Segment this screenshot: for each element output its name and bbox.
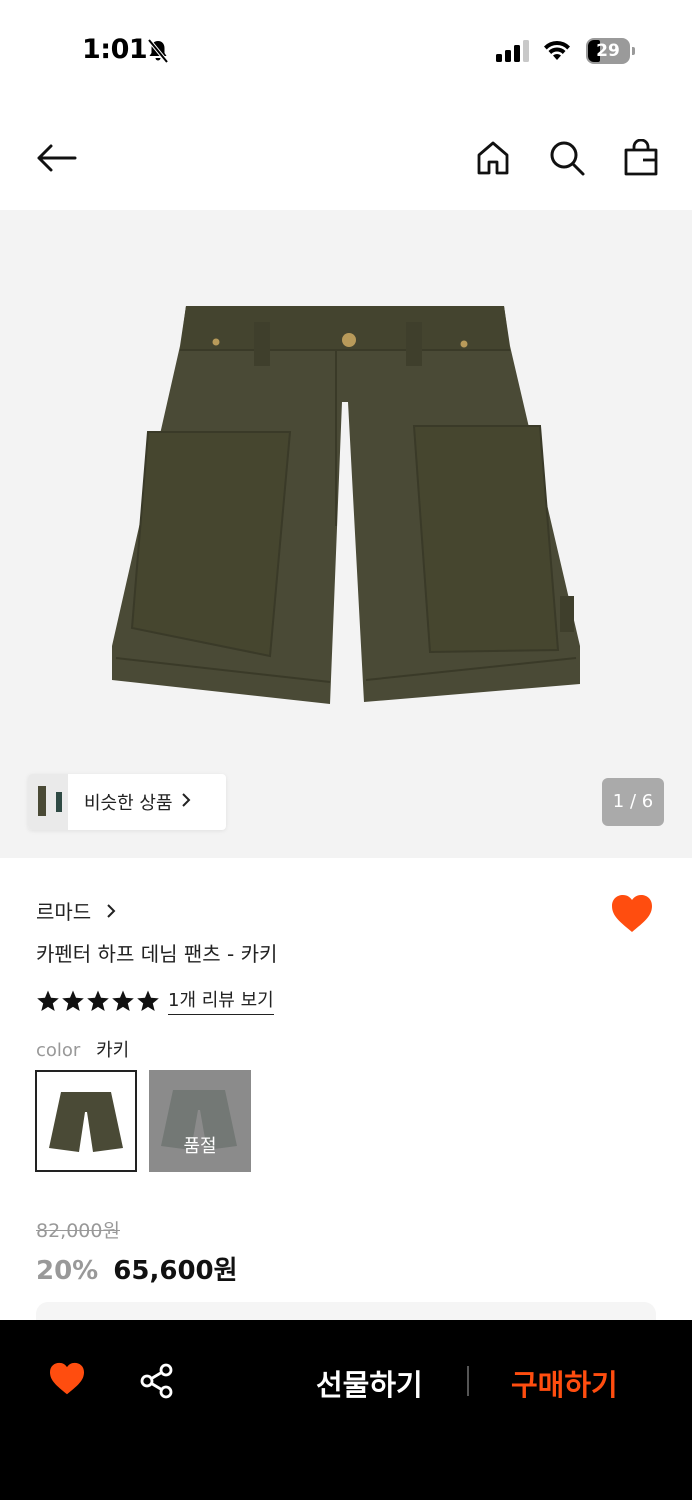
- color-swatch-khaki[interactable]: [35, 1070, 137, 1172]
- rating-row: 1개 리뷰 보기: [36, 986, 274, 1015]
- similar-products-button[interactable]: 비슷한 상품: [28, 774, 226, 830]
- similar-thumbnail: [28, 774, 68, 830]
- bottom-action-bar: 선물하기 구매하기: [0, 1320, 692, 1500]
- shopping-bag-icon[interactable]: [619, 136, 663, 180]
- color-label: color: [36, 1040, 81, 1061]
- product-name: 카펜터 하프 데님 팬츠 - 카키: [36, 942, 278, 966]
- chevron-right-icon: [181, 792, 191, 813]
- similar-products-label: 비슷한 상품: [84, 793, 173, 814]
- back-arrow-icon[interactable]: [34, 136, 78, 180]
- chevron-right-icon: [106, 903, 116, 924]
- original-price: 82,000원: [36, 1220, 120, 1242]
- star-icon: [37, 990, 59, 1011]
- bell-slash-icon: [146, 38, 170, 68]
- signal-icon: [496, 40, 532, 66]
- gift-button[interactable]: 선물하기: [316, 1362, 423, 1404]
- brand-link[interactable]: 르마드: [36, 896, 116, 925]
- price-row: 20% 65,600원: [36, 1250, 238, 1287]
- color-row: color 카키: [36, 1036, 129, 1062]
- brand-name: 르마드: [36, 900, 92, 924]
- battery-level: 29: [596, 41, 620, 61]
- review-link[interactable]: 1개 리뷰 보기: [168, 986, 274, 1015]
- wishlist-heart-icon[interactable]: [610, 894, 654, 938]
- product-photo: [112, 306, 580, 704]
- home-icon[interactable]: [471, 136, 515, 180]
- soldout-label: 품절: [183, 1136, 217, 1157]
- wifi-icon: [542, 38, 572, 66]
- status-time: 1:01: [82, 34, 148, 65]
- wishlist-heart-icon[interactable]: [48, 1362, 86, 1400]
- product-image-gallery[interactable]: 비슷한 상품 1 / 6: [0, 210, 692, 858]
- color-value: 카키: [96, 1040, 130, 1061]
- star-icon: [62, 990, 84, 1011]
- page-indicator: 1 / 6: [602, 778, 664, 826]
- battery-icon: 29: [586, 38, 635, 64]
- divider: [467, 1366, 469, 1396]
- swatch-thumbnail: [49, 1092, 123, 1152]
- share-icon[interactable]: [138, 1362, 176, 1404]
- rating-stars: [36, 989, 160, 1013]
- search-icon[interactable]: [545, 136, 589, 180]
- discount-rate: 20%: [36, 1256, 99, 1286]
- star-icon: [137, 990, 159, 1011]
- color-swatch-soldout[interactable]: 품절: [149, 1070, 251, 1172]
- buy-button[interactable]: 구매하기: [511, 1362, 618, 1404]
- star-icon: [87, 990, 109, 1011]
- sale-price: 65,600원: [113, 1256, 238, 1286]
- star-icon: [112, 990, 134, 1011]
- status-bar: 1:01 29: [0, 0, 692, 104]
- top-nav: [0, 104, 692, 210]
